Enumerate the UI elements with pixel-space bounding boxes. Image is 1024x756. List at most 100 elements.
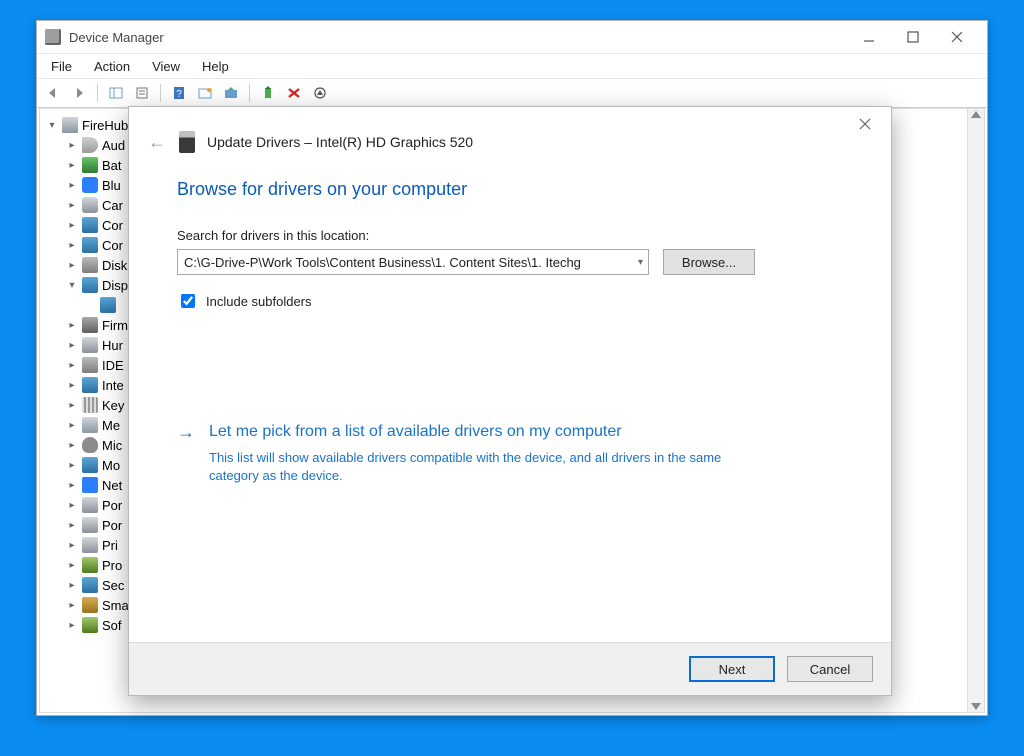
wizard-footer: Next Cancel bbox=[129, 642, 891, 695]
caret-icon[interactable] bbox=[66, 380, 78, 391]
mon-icon bbox=[82, 217, 98, 233]
tree-item-label: Mo bbox=[102, 458, 120, 473]
caret-icon[interactable] bbox=[66, 340, 78, 351]
tree-item-label: Firm bbox=[102, 318, 128, 333]
tree-item-label: Pri bbox=[102, 538, 118, 553]
include-subfolders-checkbox[interactable] bbox=[181, 294, 195, 308]
driver-path-input[interactable] bbox=[177, 249, 649, 275]
help-button[interactable]: ? bbox=[167, 82, 191, 104]
uninstall-device-button[interactable] bbox=[282, 82, 306, 104]
update-driver-button[interactable] bbox=[219, 82, 243, 104]
scan-hardware-button[interactable] bbox=[193, 82, 217, 104]
print-icon bbox=[82, 537, 98, 553]
mon-icon bbox=[82, 377, 98, 393]
mon-icon bbox=[100, 297, 116, 313]
tree-item-label: Net bbox=[102, 478, 122, 493]
caret-icon[interactable] bbox=[66, 180, 78, 191]
caret-icon[interactable] bbox=[66, 400, 78, 411]
menu-file[interactable]: File bbox=[41, 57, 82, 76]
tree-item-label: Cor bbox=[102, 218, 123, 233]
tree-item-label: Cor bbox=[102, 238, 123, 253]
mon-icon bbox=[82, 457, 98, 473]
tree-item-label: Disp bbox=[102, 278, 128, 293]
caret-icon[interactable] bbox=[66, 280, 78, 291]
back-button[interactable] bbox=[41, 82, 65, 104]
cancel-button[interactable]: Cancel bbox=[787, 656, 873, 682]
separator bbox=[249, 84, 250, 102]
tree-item-label: Mic bbox=[102, 438, 122, 453]
caret-icon[interactable] bbox=[66, 560, 78, 571]
tree-item-label: Sec bbox=[102, 578, 124, 593]
caret-icon[interactable] bbox=[66, 500, 78, 511]
tree-item-label: Sma bbox=[102, 598, 129, 613]
separator bbox=[160, 84, 161, 102]
caret-icon[interactable] bbox=[66, 160, 78, 171]
caret-icon[interactable] bbox=[66, 460, 78, 471]
bt-icon bbox=[82, 177, 98, 193]
wizard-back-button[interactable]: ← bbox=[147, 132, 167, 153]
browse-button[interactable]: Browse... bbox=[663, 249, 755, 275]
disk-icon bbox=[82, 257, 98, 273]
mon-icon bbox=[82, 277, 98, 293]
separator bbox=[97, 84, 98, 102]
tree-item-label: Aud bbox=[102, 138, 125, 153]
kb-icon bbox=[82, 397, 98, 413]
caret-icon[interactable] bbox=[66, 200, 78, 211]
caret-icon[interactable] bbox=[66, 420, 78, 431]
caret-icon[interactable] bbox=[66, 480, 78, 491]
port-icon bbox=[82, 497, 98, 513]
caret-icon[interactable] bbox=[66, 520, 78, 531]
wizard-close-button[interactable] bbox=[845, 111, 885, 137]
caret-icon[interactable] bbox=[66, 240, 78, 251]
toolbar: ? bbox=[37, 79, 987, 108]
caret-icon[interactable] bbox=[46, 120, 58, 131]
caret-icon[interactable] bbox=[66, 440, 78, 451]
titlebar: Device Manager bbox=[37, 21, 987, 53]
window-title: Device Manager bbox=[69, 30, 164, 45]
let-me-pick-option[interactable]: → Let me pick from a list of available d… bbox=[177, 421, 843, 485]
caret-icon[interactable] bbox=[66, 580, 78, 591]
menu-view[interactable]: View bbox=[142, 57, 190, 76]
wizard-header: ← Update Drivers – Intel(R) HD Graphics … bbox=[129, 107, 891, 165]
firm-icon bbox=[82, 317, 98, 333]
menu-help[interactable]: Help bbox=[192, 57, 239, 76]
show-hide-tree-button[interactable] bbox=[104, 82, 128, 104]
svg-text:?: ? bbox=[176, 89, 182, 100]
computer-icon bbox=[62, 117, 78, 133]
tree-item-label: IDE bbox=[102, 358, 124, 373]
include-subfolders-row[interactable]: Include subfolders bbox=[177, 291, 843, 311]
menu-action[interactable]: Action bbox=[84, 57, 140, 76]
tree-item-label: Key bbox=[102, 398, 124, 413]
forward-button[interactable] bbox=[67, 82, 91, 104]
tree-item-label: Inte bbox=[102, 378, 124, 393]
net-icon bbox=[82, 477, 98, 493]
next-button[interactable]: Next bbox=[689, 656, 775, 682]
disable-device-button[interactable] bbox=[308, 82, 332, 104]
sec-icon bbox=[82, 577, 98, 593]
tree-root-label: FireHub bbox=[82, 118, 128, 133]
caret-icon[interactable] bbox=[66, 220, 78, 231]
soft-icon bbox=[82, 617, 98, 633]
batt-icon bbox=[82, 157, 98, 173]
hid-icon bbox=[82, 337, 98, 353]
mem-icon bbox=[82, 417, 98, 433]
audio-icon bbox=[82, 137, 98, 153]
caret-icon[interactable] bbox=[66, 620, 78, 631]
properties-button[interactable] bbox=[130, 82, 154, 104]
menubar: File Action View Help bbox=[37, 53, 987, 79]
caret-icon[interactable] bbox=[66, 360, 78, 371]
wizard-content: Browse for drivers on your computer Sear… bbox=[129, 165, 891, 642]
minimize-button[interactable] bbox=[847, 25, 891, 49]
maximize-button[interactable] bbox=[891, 25, 935, 49]
tree-item-label: Hur bbox=[102, 338, 123, 353]
enable-device-button[interactable] bbox=[256, 82, 280, 104]
caret-icon[interactable] bbox=[66, 600, 78, 611]
close-button[interactable] bbox=[935, 25, 979, 49]
tree-item-label: Sof bbox=[102, 618, 122, 633]
caret-icon[interactable] bbox=[66, 540, 78, 551]
caret-icon[interactable] bbox=[66, 260, 78, 271]
scrollbar[interactable] bbox=[967, 109, 984, 712]
caret-icon[interactable] bbox=[66, 140, 78, 151]
search-location-label: Search for drivers in this location: bbox=[177, 228, 843, 243]
caret-icon[interactable] bbox=[66, 320, 78, 331]
